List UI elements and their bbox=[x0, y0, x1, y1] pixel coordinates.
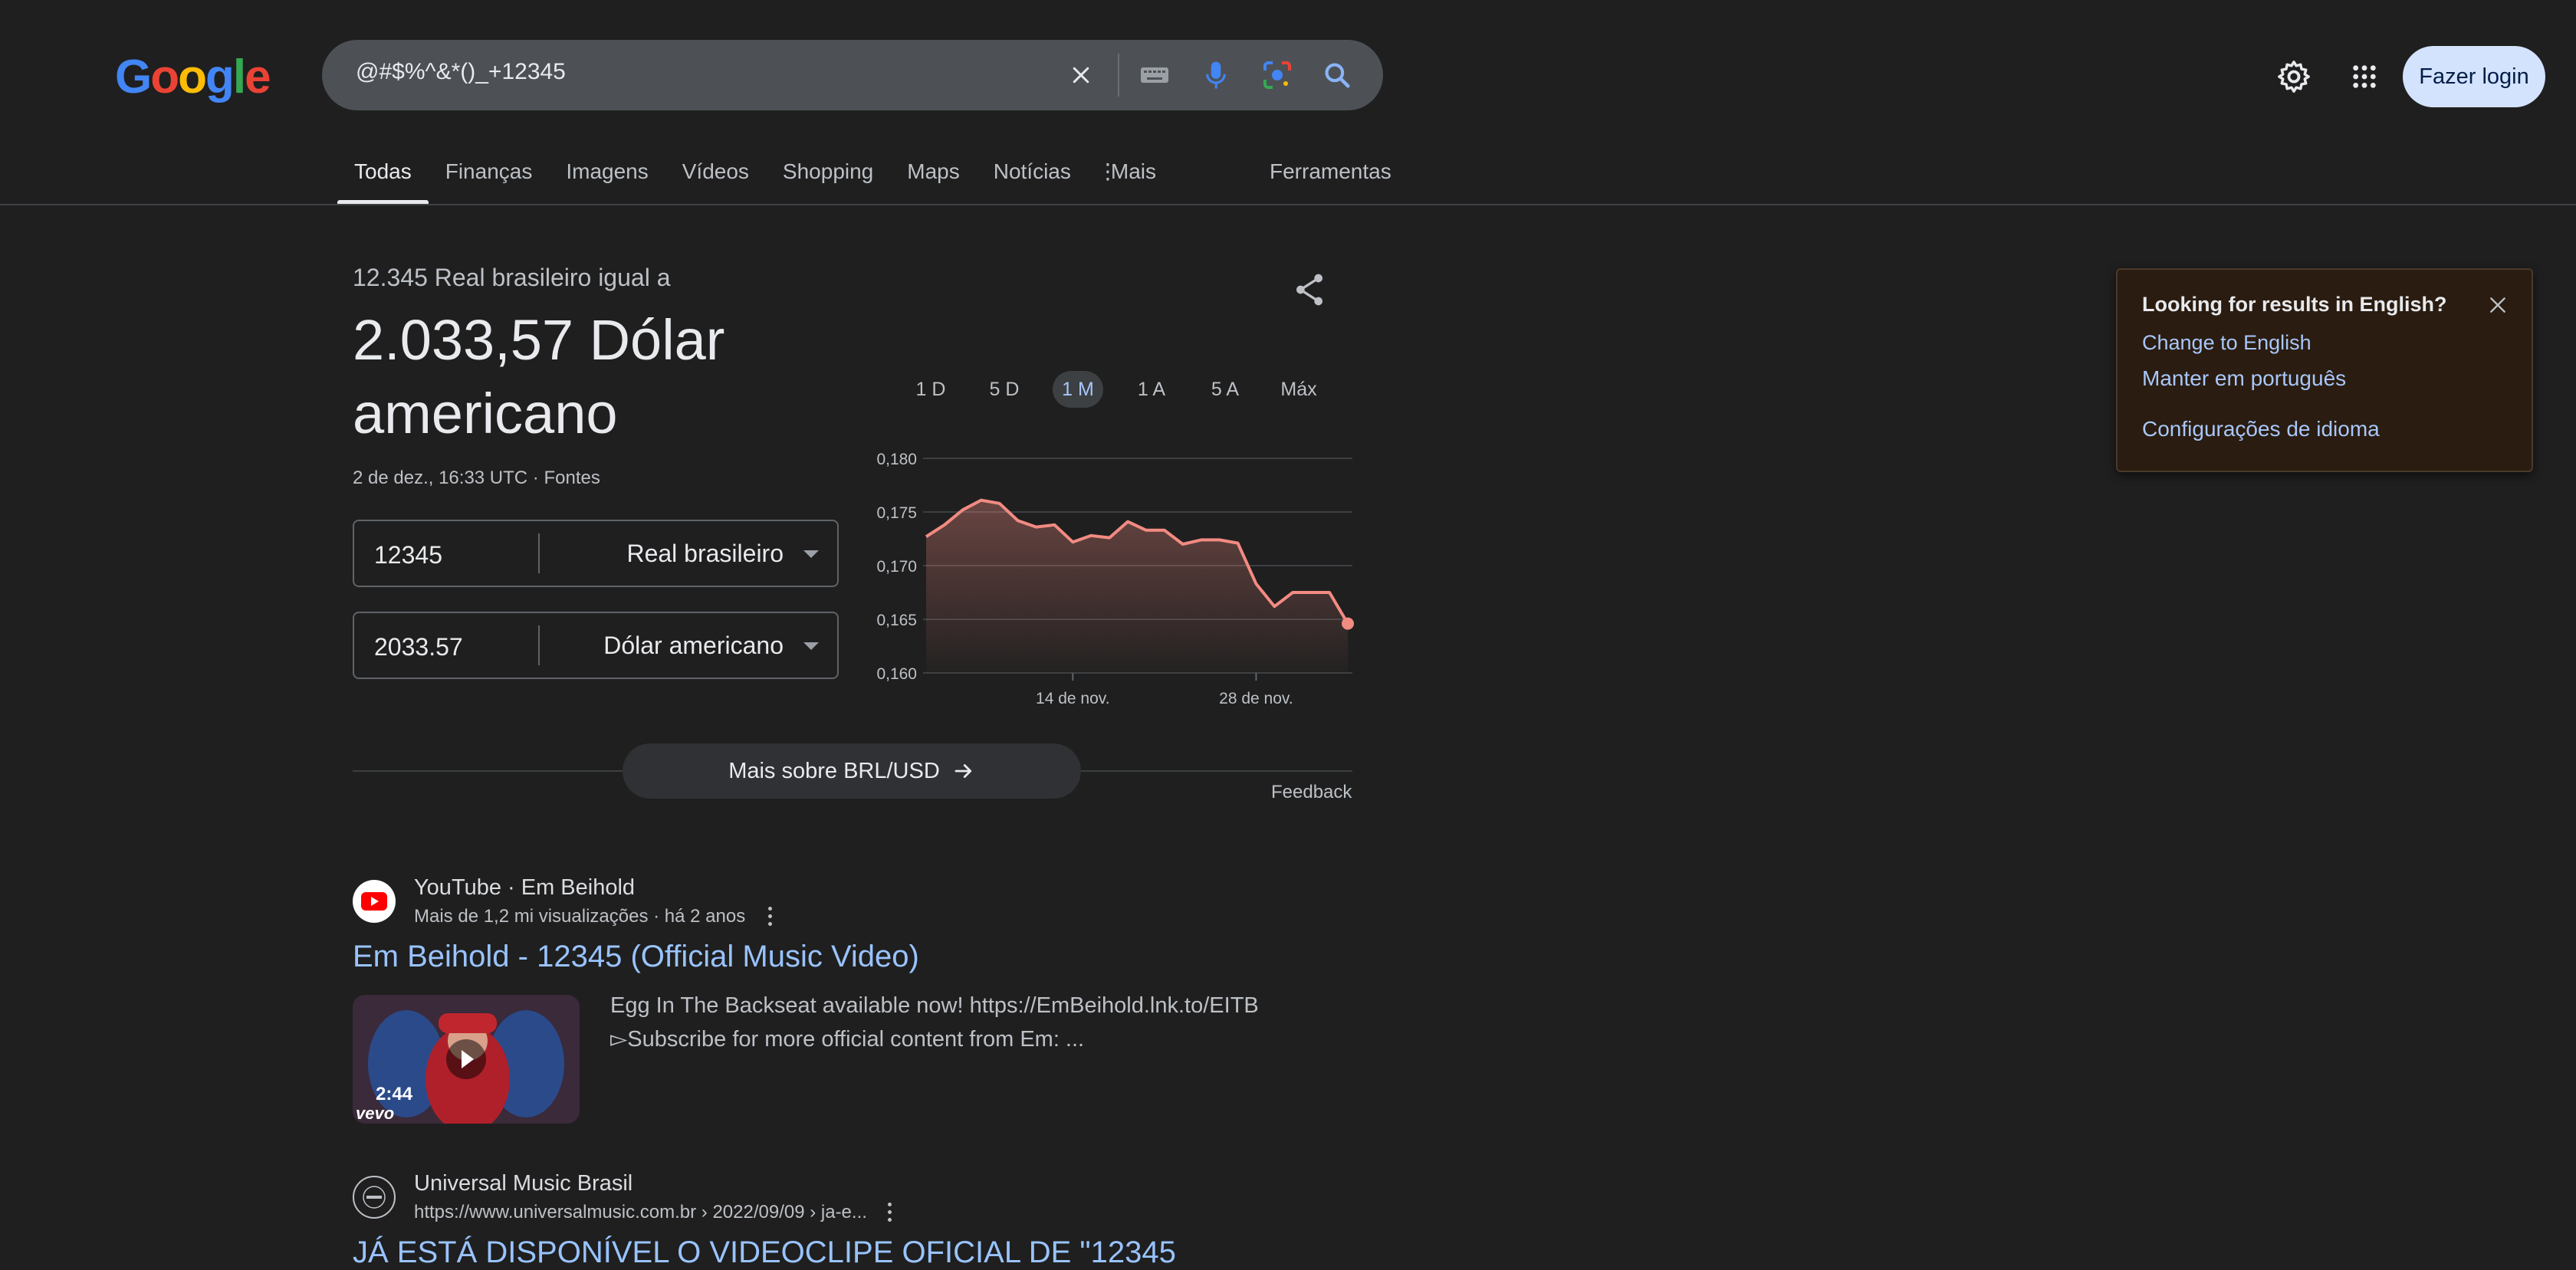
result-snippet: Egg In The Backseat available now! https… bbox=[610, 993, 1259, 1052]
language-suggestion-popup: Looking for results in English? Change t… bbox=[2116, 268, 2533, 472]
settings-gear-icon[interactable] bbox=[2272, 55, 2315, 98]
result-title-link[interactable]: JÁ ESTÁ DISPONÍVEL O VIDEOCLIPE OFICIAL … bbox=[353, 1236, 1176, 1270]
range-1d[interactable]: 1 D bbox=[894, 371, 968, 408]
more-options-icon[interactable] bbox=[880, 1200, 899, 1223]
vevo-watermark: vevo bbox=[356, 1104, 395, 1123]
range-max[interactable]: Máx bbox=[1262, 371, 1336, 408]
result-source: YouTube · Em Beihold bbox=[414, 875, 636, 900]
chart-last-point bbox=[1342, 617, 1354, 630]
tab-videos[interactable]: Vídeos bbox=[665, 153, 766, 204]
language-settings-link[interactable]: Configurações de idioma bbox=[2142, 417, 2380, 441]
language-question: Looking for results in English? bbox=[2142, 293, 2447, 316]
lens-icon[interactable] bbox=[1257, 55, 1297, 95]
tab-mais[interactable]: ⋮ Mais bbox=[1088, 153, 1173, 204]
to-amount-input[interactable]: 2033.57 bbox=[374, 633, 463, 661]
play-icon bbox=[446, 1039, 486, 1079]
conversion-result: 2.033,57 Dólar americano bbox=[353, 308, 725, 445]
keyboard-icon[interactable] bbox=[1135, 55, 1175, 95]
y-tick-label: 0,160 bbox=[876, 665, 917, 683]
field-divider bbox=[538, 533, 540, 573]
dropdown-caret-icon bbox=[803, 642, 819, 650]
header-divider bbox=[0, 204, 2576, 205]
more-vert-icon: ⋮ bbox=[1096, 159, 1119, 183]
result-source: Universal Music Brasil bbox=[414, 1171, 633, 1196]
tab-todas[interactable]: Todas bbox=[337, 153, 429, 204]
tab-imagens[interactable]: Imagens bbox=[549, 153, 665, 204]
from-currency-field[interactable]: 12345 Real brasileiro bbox=[353, 520, 839, 587]
result-title-link[interactable]: Em Beihold - 12345 (Official Music Video… bbox=[353, 940, 919, 974]
tab-financas[interactable]: Finanças bbox=[429, 153, 550, 204]
more-about-label: Mais sobre BRL/USD bbox=[728, 758, 940, 783]
y-tick-label: 0,165 bbox=[876, 612, 917, 629]
x-tick-label: 28 de nov. bbox=[1219, 690, 1293, 705]
video-thumbnail[interactable]: 2:44 vevo bbox=[353, 995, 580, 1124]
share-icon[interactable] bbox=[1288, 268, 1331, 311]
search-tabs: Todas Finanças Imagens Vídeos Shopping M… bbox=[337, 153, 1173, 204]
from-currency-select[interactable]: Real brasileiro bbox=[626, 540, 784, 568]
feedback-link[interactable]: Feedback bbox=[1271, 782, 1352, 803]
to-currency-select[interactable]: Dólar americano bbox=[603, 632, 784, 660]
clear-icon[interactable] bbox=[1061, 55, 1101, 95]
range-5d[interactable]: 5 D bbox=[968, 371, 1041, 408]
x-tick-label: 14 de nov. bbox=[1036, 690, 1110, 705]
field-divider bbox=[538, 625, 540, 665]
arrow-right-icon bbox=[955, 764, 971, 778]
microphone-icon[interactable] bbox=[1196, 55, 1236, 95]
search-divider bbox=[1118, 54, 1119, 97]
chart-range-selector: 1 D 5 D 1 M 1 A 5 A Máx bbox=[894, 371, 1336, 408]
result-url[interactable]: https://www.universalmusic.com.br › 2022… bbox=[414, 1202, 867, 1223]
google-logo[interactable]: Google bbox=[115, 51, 271, 104]
range-1m[interactable]: 1 M bbox=[1053, 371, 1103, 408]
video-duration: 2:44 bbox=[376, 1084, 413, 1104]
conversion-subtitle: 12.345 Real brasileiro igual a bbox=[353, 264, 671, 291]
search-input[interactable]: @#$%^&*()_+12345 bbox=[356, 59, 566, 85]
exchange-rate-chart[interactable]: 0,180 0,175 0,170 0,165 0,160 14 de nov. 28 de… bbox=[851, 437, 1357, 705]
keep-portuguese-link[interactable]: Manter em português bbox=[2142, 366, 2346, 391]
tools-button[interactable]: Ferramentas bbox=[1270, 153, 1392, 190]
y-tick-label: 0,175 bbox=[876, 504, 917, 522]
range-1a[interactable]: 1 A bbox=[1115, 371, 1188, 408]
more-options-icon[interactable] bbox=[761, 904, 779, 927]
search-bar[interactable]: @#$%^&*()_+12345 bbox=[322, 40, 1383, 110]
to-currency-field[interactable]: 2033.57 Dólar americano bbox=[353, 612, 839, 679]
result-meta: Mais de 1,2 mi visualizações · há 2 anos bbox=[414, 906, 746, 927]
more-about-button[interactable]: Mais sobre BRL/USD bbox=[623, 743, 1081, 799]
y-tick-label: 0,170 bbox=[876, 558, 917, 576]
search-icon[interactable] bbox=[1317, 55, 1357, 95]
y-tick-label: 0,180 bbox=[876, 451, 917, 468]
tab-maps[interactable]: Maps bbox=[890, 153, 976, 204]
tab-noticias[interactable]: Notícias bbox=[977, 153, 1088, 204]
login-button[interactable]: Fazer login bbox=[2403, 46, 2545, 107]
from-amount-input[interactable]: 12345 bbox=[374, 541, 442, 569]
range-5a[interactable]: 5 A bbox=[1188, 371, 1262, 408]
conversion-timestamp: 2 de dez., 16:33 UTC · Fontes bbox=[353, 468, 600, 488]
close-icon[interactable] bbox=[2484, 291, 2512, 319]
dropdown-caret-icon bbox=[803, 550, 819, 558]
apps-grid-icon[interactable] bbox=[2343, 55, 2386, 98]
tab-shopping[interactable]: Shopping bbox=[766, 153, 890, 204]
youtube-favicon-icon bbox=[353, 880, 396, 923]
universal-music-favicon-icon bbox=[353, 1176, 396, 1219]
change-to-english-link[interactable]: Change to English bbox=[2142, 331, 2312, 355]
